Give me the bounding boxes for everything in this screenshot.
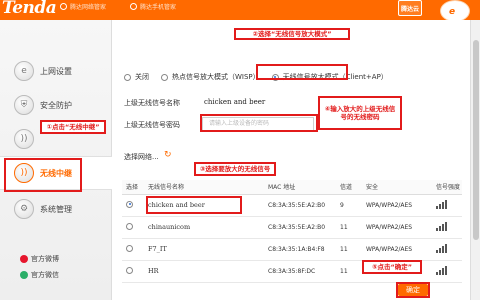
row-channel: 11 [336,216,362,239]
wifi-icon: )) [14,129,34,149]
network-manager-icon [60,3,67,10]
gear-icon: ⚙ [14,199,34,219]
network-manager-link[interactable]: 腾达网络管家 [60,2,106,11]
phone-icon [130,3,137,10]
row-mac: C8:3A:35:5E:A2:B0 [264,194,336,217]
col-ssid: 无线信号名称 [144,180,264,195]
annotation-5-callout: ⑤点击“确定” [362,260,422,274]
sidebar-item-label: 系统管理 [40,204,72,214]
signal-icon [436,221,448,231]
table-header-row: 选择 无线信号名称 MAC 地址 信道 安全 信号强度 [122,180,462,195]
sidebar-item-label: 上网设置 [40,66,72,76]
row-select-radio[interactable] [126,266,133,274]
ssid-value: chicken and beer [204,98,266,106]
col-select: 选择 [122,180,144,195]
row-mac: C8:3A:35:8F:DC [264,260,336,283]
row-mac: C8:3A:35:5E:A2:B0 [264,216,336,239]
ssid-label: 上级无线信号名称 [124,99,180,107]
weibo-icon [20,255,28,263]
row-select-radio[interactable] [126,200,133,208]
col-signal: 信号强度 [432,180,462,195]
weibo-label: 官方微博 [31,255,59,263]
table-row[interactable]: chinaunicom C8:3A:35:5E:A2:B0 11 WPA/WPA… [122,216,462,239]
shield-icon: ⛨ [14,95,34,115]
row-security: WPA/WPA2/AES [362,216,432,239]
row-select-radio[interactable] [126,244,133,252]
network-manager-label: 腾达网络管家 [70,4,107,11]
annotation-ssid-highlight [146,196,242,214]
row-channel: 11 [336,238,362,261]
password-label: 上级无线信号密码 [124,121,180,129]
row-security: WPA/WPA2/AES [362,194,432,217]
sidebar-item-security[interactable]: ⛨ 安全防护 [0,88,108,122]
row-security: WPA/WPA2/AES [362,238,432,261]
row-channel: 11 [336,260,362,283]
signal-icon [436,265,448,275]
col-security: 安全 [362,180,432,195]
sidebar-item-internet[interactable]: e 上网设置 [0,54,108,88]
annotation-password-highlight [200,114,318,132]
annotation-1-callout: ①点击“无线中继” [40,120,106,134]
annotation-2-text: ②选择“无线信号放大模式” [252,29,332,38]
sidebar-item-system[interactable]: ⚙ 系统管理 [0,192,108,226]
refresh-icon[interactable]: ↻ [164,150,172,160]
wechat-link[interactable]: 官方微信 [20,270,59,280]
cloud-logo: e [440,0,470,22]
mode-wisp-radio[interactable] [161,73,168,81]
annotation-3-callout: ③选择要放大的无线信号 [194,162,276,176]
annotation-ok-highlight [396,282,430,298]
scan-label: 选择网络... [124,153,159,161]
phone-manager-label: 腾达手机管家 [140,4,177,11]
sidebar-item-label: 安全防护 [40,100,72,110]
wechat-label: 官方微信 [31,271,59,279]
mode-off-radio[interactable] [124,73,131,81]
signal-icon [436,243,448,253]
row-ssid: chinaunicom [144,216,264,239]
col-channel: 信道 [336,180,362,195]
scrollbar-thumb[interactable] [473,40,479,240]
annotation-4-callout: ④输入放大的上级无线信号的无线密码 [318,96,402,130]
cloud-button[interactable]: 腾达云 [398,0,422,16]
wechat-icon [20,271,28,279]
mode-wisp-label: 热点信号放大模式（WISP） [172,73,260,81]
row-channel: 9 [336,194,362,217]
row-ssid: F7_IT [144,238,264,261]
annotation-mode-highlight [256,64,348,80]
weibo-link[interactable]: 官方微博 [20,254,59,264]
table-row[interactable]: F7_IT C8:3A:35:1A:B4:F8 11 WPA/WPA2/AES [122,238,462,261]
phone-manager-link[interactable]: 腾达手机管家 [130,2,176,11]
row-ssid: HR [144,260,264,283]
tenda-logo: Tenda [2,0,57,18]
scrollbar[interactable] [470,20,480,300]
cloud-logo-text: e [449,7,456,17]
mode-off-label: 关闭 [135,73,149,81]
main-panel: 关闭 热点信号放大模式（WISP） 无线信号放大模式（Client+AP） 上级… [112,20,480,300]
col-mac: MAC 地址 [264,180,336,195]
signal-icon [436,199,448,209]
globe-icon: e [14,61,34,81]
annotation-relay-highlight [4,158,82,192]
row-mac: C8:3A:35:1A:B4:F8 [264,238,336,261]
row-select-radio[interactable] [126,222,133,230]
